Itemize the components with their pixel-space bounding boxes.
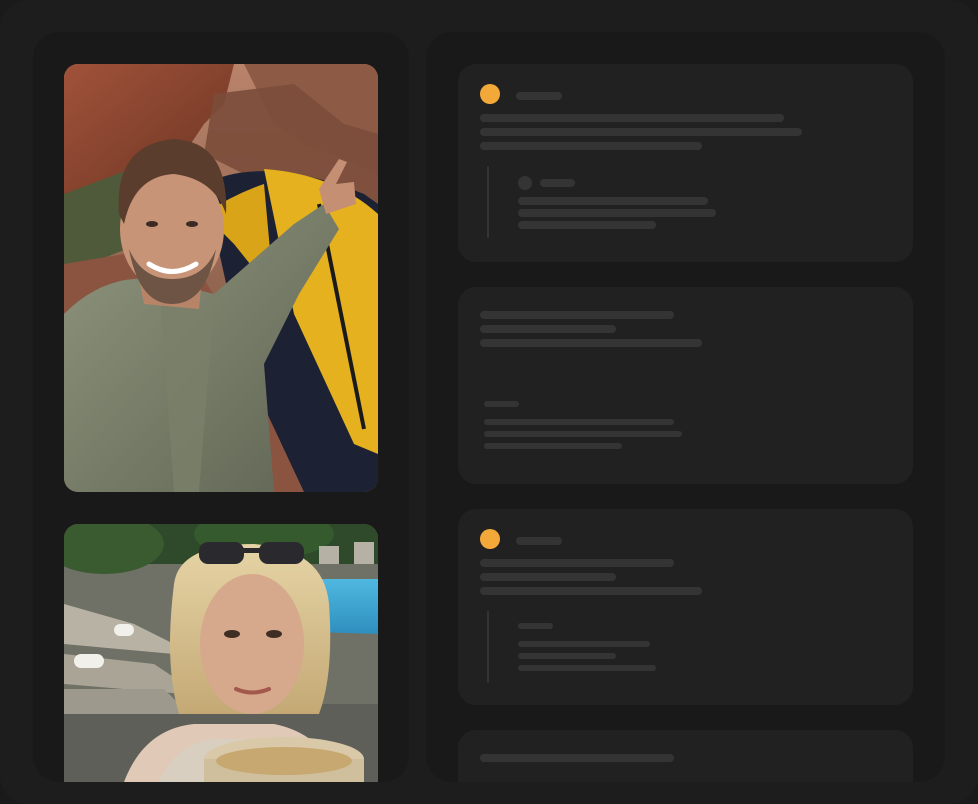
thread-line: [487, 166, 489, 238]
feed-card[interactable]: [458, 287, 913, 484]
reply-author-placeholder: [484, 401, 519, 407]
thread-line: [487, 611, 489, 683]
text-line-placeholder: [480, 325, 616, 333]
photo-woman-selfie-by-pool[interactable]: [64, 524, 378, 782]
reply-avatar: [518, 176, 532, 190]
author-placeholder: [516, 92, 562, 100]
reply-author-placeholder: [540, 179, 575, 187]
text-line-placeholder: [480, 339, 702, 347]
avatar: [480, 84, 500, 104]
feed-card[interactable]: [458, 64, 913, 262]
feed-card[interactable]: [458, 730, 913, 782]
text-line-placeholder: [480, 587, 702, 595]
author-placeholder: [516, 537, 562, 545]
feed-card[interactable]: [458, 509, 913, 705]
reply-text-placeholder: [518, 653, 616, 659]
text-line-placeholder: [480, 311, 674, 319]
reply-text-placeholder: [518, 665, 656, 671]
reply-text-placeholder: [518, 197, 708, 205]
reply-text-placeholder: [484, 419, 674, 425]
text-line-placeholder: [480, 559, 674, 567]
reply-author-placeholder: [518, 623, 553, 629]
app-frame: [0, 0, 978, 804]
reply-text-placeholder: [518, 641, 650, 647]
image-icon: [64, 64, 378, 492]
text-line-placeholder: [480, 754, 674, 762]
text-line-placeholder: [480, 128, 802, 136]
photo-column: [33, 32, 409, 782]
text-line-placeholder: [480, 142, 702, 150]
feed-panel: [426, 32, 945, 782]
reply-text-placeholder: [518, 209, 716, 217]
text-line-placeholder: [480, 573, 616, 581]
avatar: [480, 529, 500, 549]
reply-text-placeholder: [484, 443, 622, 449]
image-icon: [64, 524, 378, 782]
photo-hiker-selfie-with-tent[interactable]: [64, 64, 378, 492]
reply-text-placeholder: [518, 221, 656, 229]
reply-text-placeholder: [484, 431, 682, 437]
text-line-placeholder: [480, 114, 784, 122]
